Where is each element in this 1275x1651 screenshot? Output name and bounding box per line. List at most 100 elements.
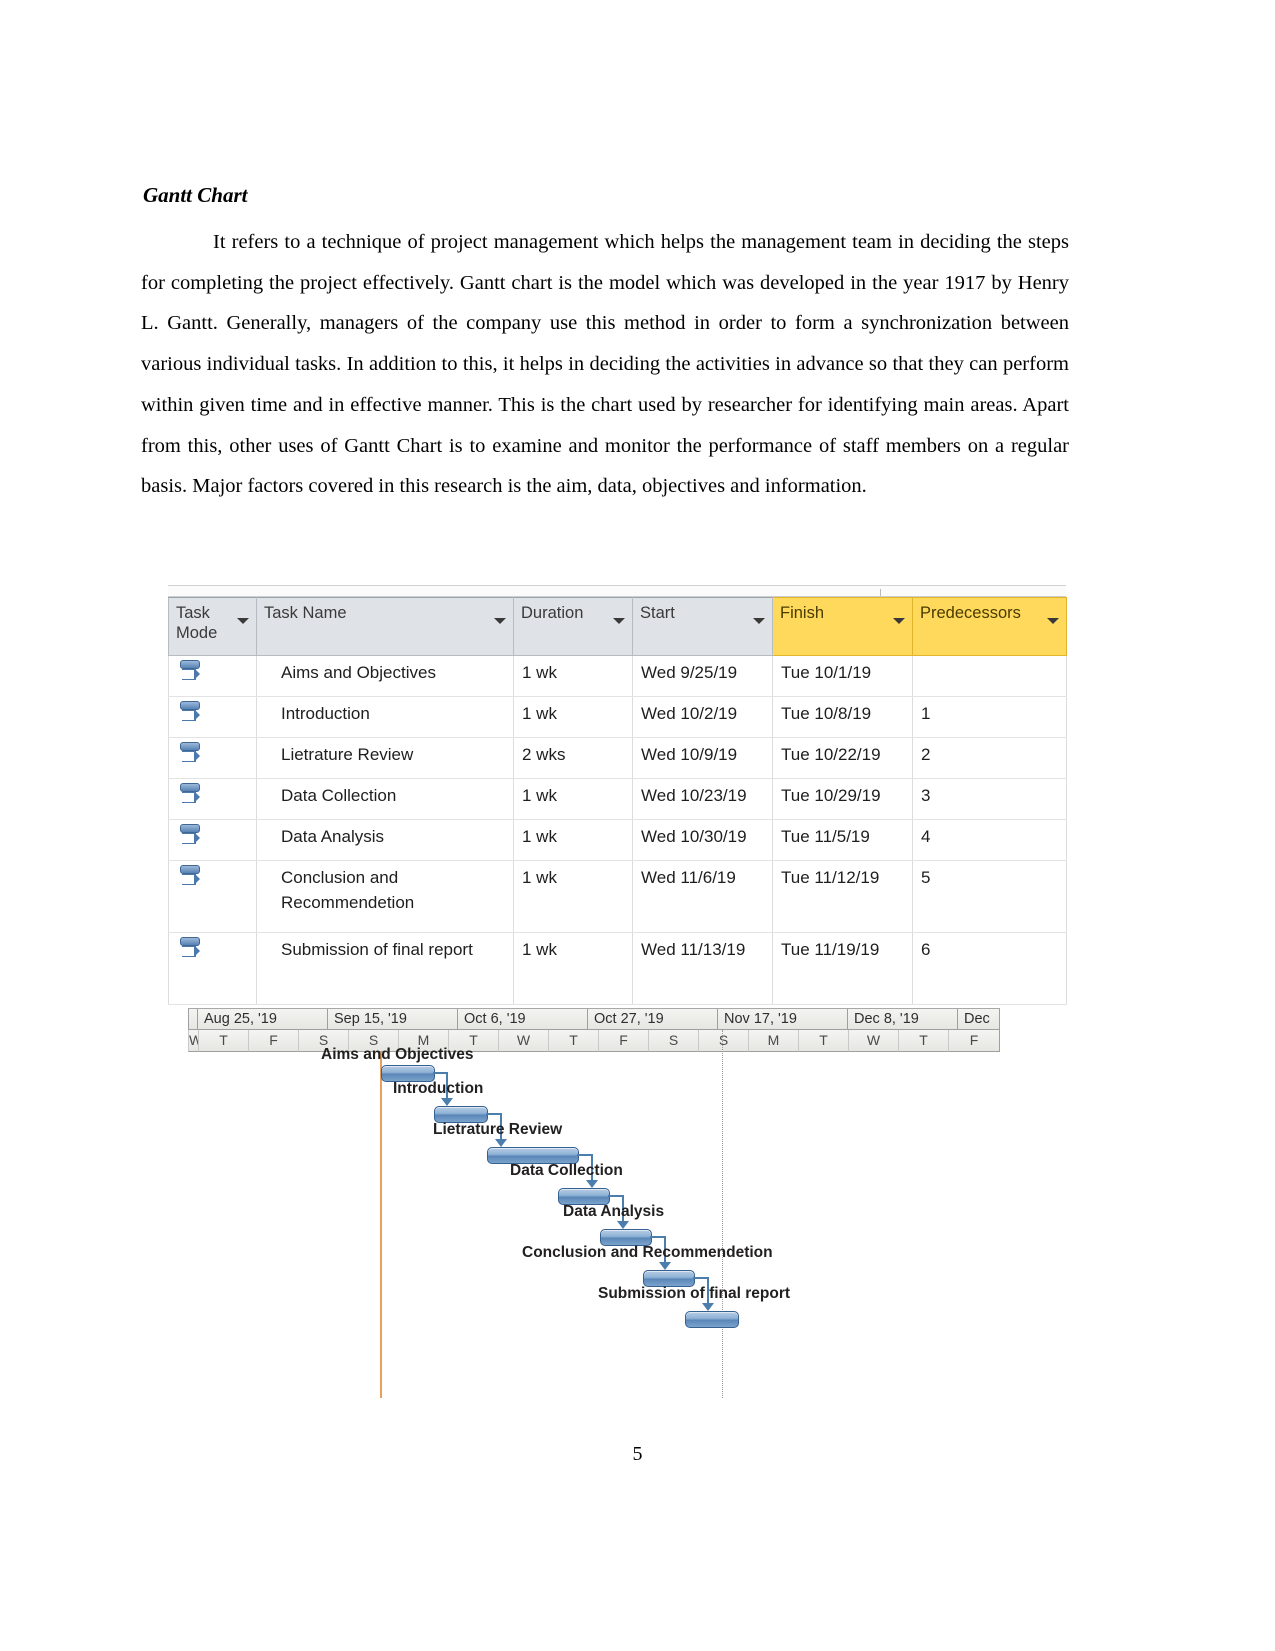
cell-duration[interactable]: 1 wk (513, 778, 633, 820)
auto-schedule-icon (179, 659, 201, 681)
timescale-minor-cell: W (848, 1030, 898, 1052)
cell-predecessors[interactable]: 6 (912, 932, 1067, 1005)
table-row[interactable]: Aims and Objectives 1 wk Wed 9/25/19 Tue… (168, 655, 1067, 697)
cell-finish[interactable]: Tue 11/5/19 (772, 819, 913, 861)
project-task-table: Task Mode Task Name Duration Start Finis… (168, 585, 1067, 1005)
table-row[interactable]: Conclusion and Recommendetion 1 wk Wed 1… (168, 860, 1067, 933)
column-header-task-name-label: Task Name (264, 604, 347, 622)
gantt-plot-area: Aims and Objectives Introduction Lietrat… (188, 1030, 1000, 1398)
body-paragraph: It refers to a technique of project mana… (141, 231, 1069, 498)
table-row[interactable]: Lietrature Review 2 wks Wed 10/9/19 Tue … (168, 737, 1067, 779)
cell-duration[interactable]: 1 wk (513, 819, 633, 861)
timescale-major-cell: Nov 17, '19 (718, 1009, 848, 1030)
cell-task-mode[interactable] (168, 932, 257, 1005)
gantt-chart: Aug 25, '19 Sep 15, '19 Oct 6, '19 Oct 2… (188, 1008, 1000, 1398)
timescale-minor-cell: F (598, 1030, 648, 1052)
cell-task-name[interactable]: Conclusion and Recommendetion (256, 860, 514, 933)
table-row[interactable]: Data Analysis 1 wk Wed 10/30/19 Tue 11/5… (168, 819, 1067, 861)
table-row[interactable]: Submission of final report 1 wk Wed 11/1… (168, 932, 1067, 1005)
cell-task-mode[interactable] (168, 860, 257, 933)
column-header-duration[interactable]: Duration (513, 597, 633, 656)
gantt-bar-label: Data Collection (510, 1162, 623, 1179)
table-row[interactable]: Introduction 1 wk Wed 10/2/19 Tue 10/8/1… (168, 696, 1067, 738)
chevron-down-icon[interactable] (613, 618, 625, 624)
cell-predecessors[interactable]: 4 (912, 819, 1067, 861)
table-splitter-bar[interactable] (168, 585, 1066, 597)
cell-task-mode[interactable] (168, 778, 257, 820)
task-grid-body: Aims and Objectives 1 wk Wed 9/25/19 Tue… (168, 655, 1067, 1005)
chevron-down-icon[interactable] (753, 618, 765, 624)
chevron-down-icon[interactable] (237, 618, 249, 624)
timescale-minor-cell: T (198, 1030, 248, 1052)
cell-task-name[interactable]: Aims and Objectives (256, 655, 514, 697)
splitter-tick (880, 589, 881, 596)
cell-predecessors[interactable]: 5 (912, 860, 1067, 933)
cell-finish[interactable]: Tue 11/12/19 (772, 860, 913, 933)
cell-start[interactable]: Wed 10/9/19 (632, 737, 773, 779)
gantt-bar-label: Lietrature Review (433, 1121, 563, 1138)
timescale-major-cell: Oct 27, '19 (588, 1009, 718, 1030)
cell-start[interactable]: Wed 11/13/19 (632, 932, 773, 1005)
cell-duration[interactable]: 1 wk (513, 655, 633, 697)
cell-duration[interactable]: 1 wk (513, 860, 633, 933)
cell-task-mode[interactable] (168, 819, 257, 861)
timescale-minor-cell: T (548, 1030, 598, 1052)
cell-task-name[interactable]: Data Collection (256, 778, 514, 820)
column-header-start[interactable]: Start (632, 597, 773, 656)
timescale-major-cell (188, 1009, 198, 1030)
timescale-major-cell: Dec (958, 1009, 1000, 1030)
auto-schedule-icon (179, 700, 201, 722)
cell-task-mode[interactable] (168, 655, 257, 697)
auto-schedule-icon (179, 936, 201, 958)
gantt-bar-label: Data Analysis (563, 1203, 665, 1220)
cell-duration[interactable]: 1 wk (513, 932, 633, 1005)
timescale-major-cell: Dec 8, '19 (848, 1009, 958, 1030)
cell-predecessors[interactable]: 1 (912, 696, 1067, 738)
column-header-predecessors[interactable]: Predecessors (912, 597, 1067, 656)
page-number: 5 (632, 1443, 643, 1465)
cell-task-mode[interactable] (168, 696, 257, 738)
gantt-timescale: Aug 25, '19 Sep 15, '19 Oct 6, '19 Oct 2… (188, 1008, 1000, 1052)
cell-task-name[interactable]: Introduction (256, 696, 514, 738)
timescale-major-cell: Oct 6, '19 (458, 1009, 588, 1030)
cell-task-mode[interactable] (168, 737, 257, 779)
project-start-line (380, 1052, 382, 1398)
column-header-task-mode[interactable]: Task Mode (168, 597, 257, 656)
chevron-down-icon[interactable] (494, 618, 506, 624)
gantt-bar-label: Introduction (393, 1080, 484, 1097)
timescale-minor-cell: F (248, 1030, 298, 1052)
cell-predecessors[interactable]: 3 (912, 778, 1067, 820)
cell-duration[interactable]: 2 wks (513, 737, 633, 779)
gantt-bar[interactable] (685, 1311, 739, 1328)
timescale-minor-cell: W (498, 1030, 548, 1052)
timescale-minor-cell: W (188, 1030, 198, 1052)
column-header-finish[interactable]: Finish (772, 597, 913, 656)
cell-task-name[interactable]: Data Analysis (256, 819, 514, 861)
cell-duration[interactable]: 1 wk (513, 696, 633, 738)
cell-finish[interactable]: Tue 11/19/19 (772, 932, 913, 1005)
cell-predecessors[interactable]: 2 (912, 737, 1067, 779)
cell-finish[interactable]: Tue 10/1/19 (772, 655, 913, 697)
cell-predecessors[interactable] (912, 655, 1067, 697)
column-header-task-name[interactable]: Task Name (256, 597, 514, 656)
cell-task-name[interactable]: Submission of final report (256, 932, 514, 1005)
cell-finish[interactable]: Tue 10/29/19 (772, 778, 913, 820)
chevron-down-icon[interactable] (1047, 618, 1059, 624)
page-heading: Gantt Chart (143, 183, 248, 207)
cell-start[interactable]: Wed 9/25/19 (632, 655, 773, 697)
timescale-minor-cell: M (748, 1030, 798, 1052)
cell-finish[interactable]: Tue 10/8/19 (772, 696, 913, 738)
table-row[interactable]: Data Collection 1 wk Wed 10/23/19 Tue 10… (168, 778, 1067, 820)
cell-task-name[interactable]: Lietrature Review (256, 737, 514, 779)
cell-start[interactable]: Wed 10/30/19 (632, 819, 773, 861)
cell-start[interactable]: Wed 10/2/19 (632, 696, 773, 738)
chevron-down-icon[interactable] (893, 618, 905, 624)
cell-start[interactable]: Wed 11/6/19 (632, 860, 773, 933)
auto-schedule-icon (179, 782, 201, 804)
gantt-bar-label: Submission of final report (598, 1285, 791, 1302)
timescale-major-cell: Aug 25, '19 (198, 1009, 328, 1030)
cell-start[interactable]: Wed 10/23/19 (632, 778, 773, 820)
cell-finish[interactable]: Tue 10/22/19 (772, 737, 913, 779)
timescale-minor-cell: F (948, 1030, 1000, 1052)
timescale-minor-cell: T (898, 1030, 948, 1052)
